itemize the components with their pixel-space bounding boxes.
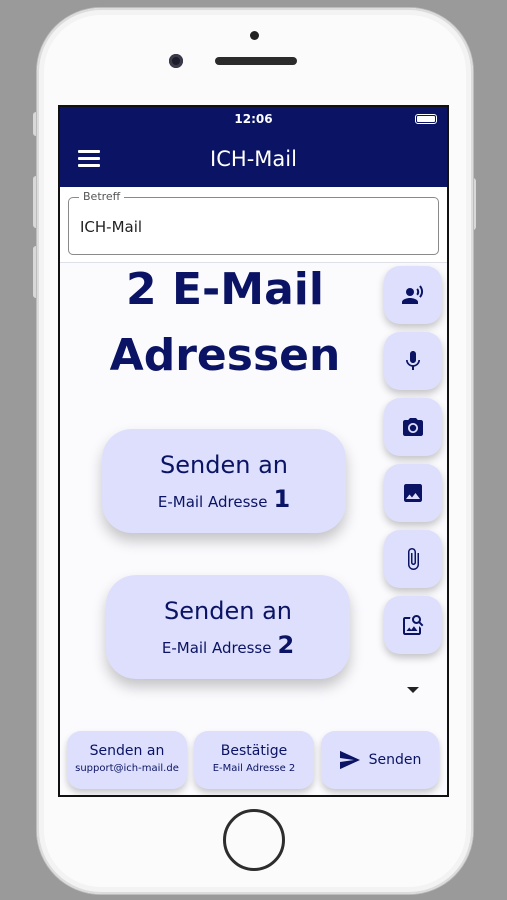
confirm-button-title: Bestätige	[220, 743, 288, 759]
phone-speaker	[215, 57, 297, 65]
send-card-subtitle: E-Mail Adresse 2	[106, 631, 350, 659]
image-icon	[404, 484, 422, 502]
subject-label: Betreff	[79, 190, 125, 203]
voice-contact-icon	[402, 285, 424, 304]
support-button-title: Senden an	[89, 743, 165, 759]
send-card-title: Senden an	[164, 597, 292, 625]
gallery-button[interactable]	[384, 464, 442, 522]
confirm-address-button[interactable]: Bestätige E-Mail Adresse 2	[194, 731, 314, 789]
front-camera	[169, 54, 183, 68]
microphone-icon	[406, 351, 420, 370]
headline-line-1: 2 E-Mail	[126, 264, 324, 315]
send-to-address-2-button[interactable]: Senden an E-Mail Adresse 2	[106, 575, 350, 679]
main-content: 2 E-Mail Adressen Senden an E-Mail Adres…	[60, 263, 447, 731]
send-icon	[339, 750, 360, 770]
home-button[interactable]	[223, 809, 285, 871]
camera-button[interactable]	[384, 398, 442, 456]
phone-sensor	[250, 31, 259, 40]
subject-field[interactable]: Betreff	[68, 190, 439, 255]
attachment-button[interactable]	[384, 530, 442, 588]
image-search-icon	[403, 615, 424, 635]
send-to-support-button[interactable]: Senden an support@ich-mail.de	[67, 731, 187, 789]
send-button-label: Senden	[368, 752, 422, 768]
battery-icon	[415, 114, 437, 124]
app-title: ICH-Mail	[210, 147, 297, 171]
status-time: 12:06	[234, 112, 273, 126]
camera-icon	[403, 418, 423, 436]
app-screen: 12:06 ICH-Mail Betreff 2 E-Mail Adressen…	[58, 105, 449, 797]
support-button-email: support@ich-mail.de	[75, 763, 179, 774]
page-headline: 2 E-Mail Adressen	[70, 257, 380, 389]
send-card-address-label: E-Mail Adresse	[157, 493, 268, 511]
subject-section: Betreff	[60, 187, 447, 263]
send-card-number: 2	[277, 631, 295, 659]
subject-input[interactable]	[80, 218, 420, 236]
app-bar: ICH-Mail	[60, 131, 447, 187]
send-card-address-label: E-Mail Adresse	[161, 639, 272, 657]
send-card-subtitle: E-Mail Adresse 1	[102, 485, 346, 513]
voice-input-button[interactable]	[384, 332, 442, 390]
bottom-action-bar: Senden an support@ich-mail.de Bestätige …	[60, 729, 447, 795]
send-button[interactable]: Senden	[321, 731, 439, 789]
confirm-button-subtitle: E-Mail Adresse 2	[212, 763, 296, 774]
chevron-down-icon[interactable]	[405, 685, 421, 695]
headline-line-2: Adressen	[109, 330, 341, 381]
send-card-number: 1	[273, 485, 291, 513]
send-card-title: Senden an	[160, 451, 288, 479]
menu-icon[interactable]	[78, 150, 100, 167]
status-bar: 12:06	[60, 107, 447, 131]
attachment-icon	[408, 548, 419, 570]
image-search-button[interactable]	[384, 596, 442, 654]
voice-contact-button[interactable]	[384, 266, 442, 324]
send-to-address-1-button[interactable]: Senden an E-Mail Adresse 1	[102, 429, 346, 533]
